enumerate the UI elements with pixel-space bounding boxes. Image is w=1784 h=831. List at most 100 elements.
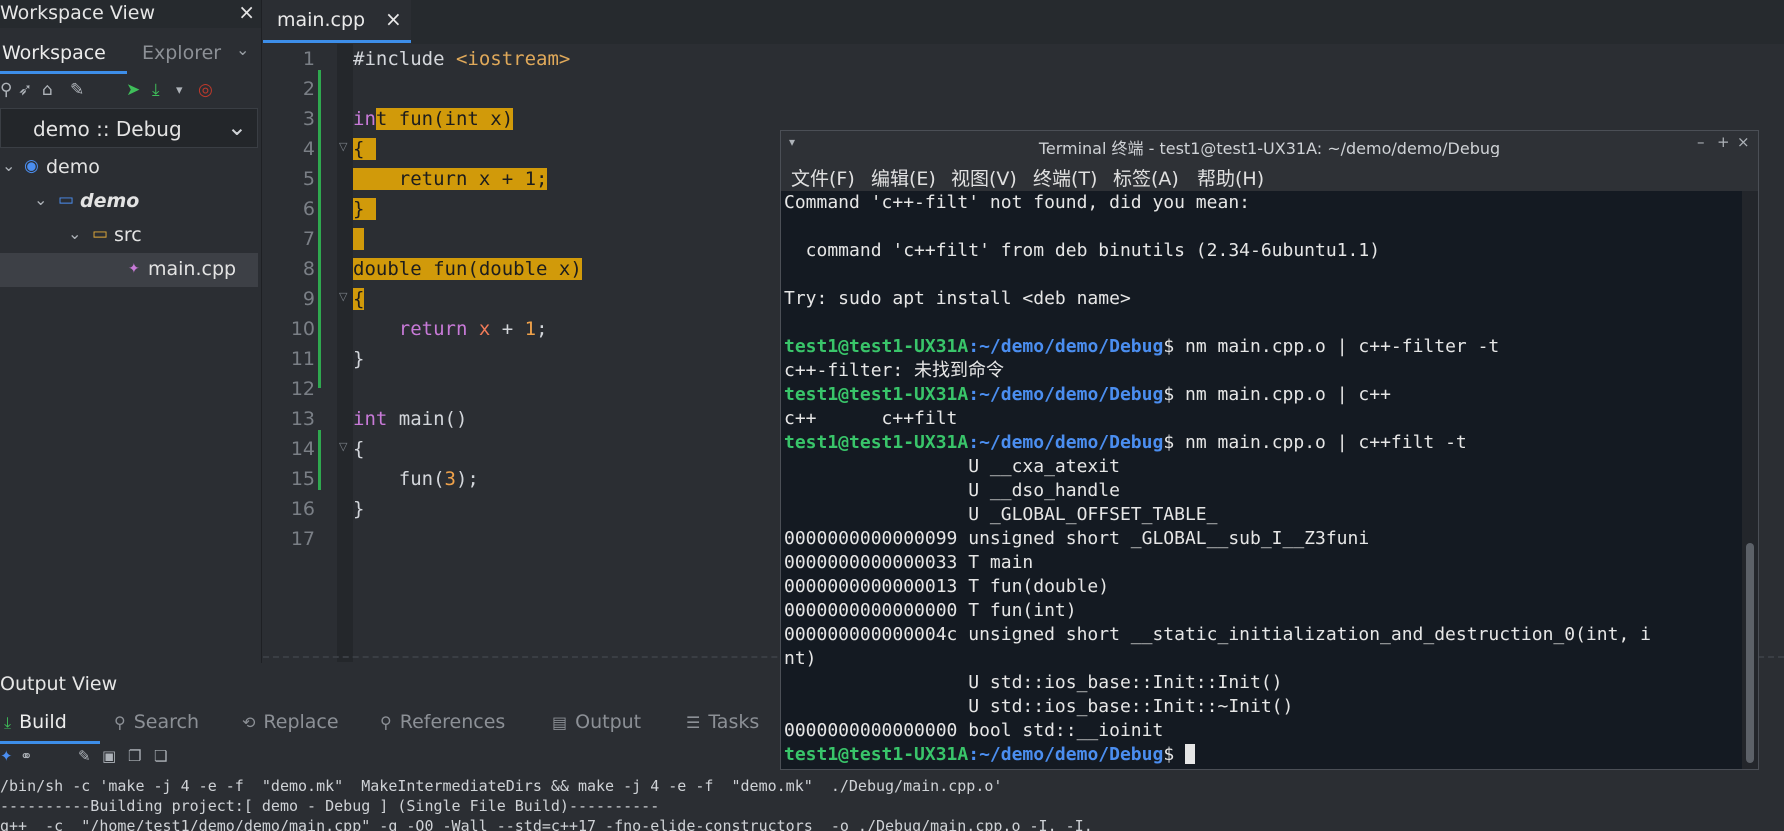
tab-main-cpp[interactable]: main.cpp × bbox=[263, 0, 411, 44]
folder-icon: ▭ bbox=[92, 224, 109, 244]
code-line-3: int fun(int x) bbox=[353, 108, 514, 130]
terminal-line: 0000000000000013 T fun(double) bbox=[784, 576, 1110, 597]
project-config-select[interactable]: demo :: Debug ⌄ bbox=[0, 108, 258, 148]
tab-explorer[interactable]: Explorer bbox=[142, 42, 221, 64]
pin-icon[interactable]: ✦ bbox=[0, 747, 13, 765]
prompt-user-host: test1@test1-UX31A bbox=[784, 432, 969, 453]
menu-tabs[interactable]: 标签(A) bbox=[1113, 164, 1179, 191]
menu-terminal[interactable]: 终端(T) bbox=[1033, 164, 1097, 191]
save-icon[interactable]: ▣ bbox=[102, 747, 116, 765]
line-number: 14 bbox=[290, 438, 315, 460]
code-line-10: return x + 1; bbox=[398, 318, 548, 340]
close-icon[interactable]: × bbox=[1737, 133, 1750, 151]
tree-item-label: demo bbox=[80, 190, 140, 212]
code-line-14: { bbox=[353, 438, 365, 460]
terminal-line: Try: sudo apt install <deb name> bbox=[784, 288, 1131, 309]
code-line-15: fun(3); bbox=[353, 468, 479, 490]
terminal-line: 0000000000000099 unsigned short _GLOBAL_… bbox=[784, 528, 1370, 549]
tree-item-src[interactable]: ⌄ ▭ src bbox=[0, 219, 258, 253]
terminal-titlebar[interactable]: ▾ Terminal 终端 - test1@test1-UX31A: ~/dem… bbox=[781, 131, 1758, 158]
fold-column bbox=[337, 44, 353, 662]
tabs-chevron-down-icon[interactable]: ⌄ bbox=[236, 40, 249, 59]
terminal-scrollbar[interactable] bbox=[1742, 191, 1758, 769]
output-icon: ▤ bbox=[552, 713, 568, 732]
code-line-4: { bbox=[353, 138, 376, 160]
run-icon[interactable]: ➤ bbox=[126, 80, 140, 100]
terminal-line: U __dso_handle bbox=[784, 480, 1120, 501]
terminal-command: nm main.cpp.o | c++filt -t bbox=[1185, 432, 1467, 453]
build-icon: ⤓ bbox=[4, 713, 12, 732]
workspace-titlebar: Workspace View × bbox=[0, 0, 261, 28]
link-icon[interactable]: ⚭ bbox=[20, 747, 33, 765]
paste-icon[interactable]: ❏ bbox=[154, 747, 167, 765]
line-number: 1 bbox=[302, 48, 315, 70]
tree-item-label: main.cpp bbox=[148, 258, 237, 280]
line-number: 13 bbox=[290, 408, 315, 430]
line-number: 12 bbox=[290, 378, 315, 400]
tab-output[interactable]: ▤ Output bbox=[552, 711, 641, 733]
terminal-line: 0000000000000033 T main bbox=[784, 552, 1034, 573]
copy-icon[interactable]: ❐ bbox=[128, 747, 141, 765]
tree-item-workspace-demo[interactable]: ⌄ ◉ demo bbox=[0, 151, 258, 185]
stop-icon[interactable]: ◎ bbox=[198, 80, 213, 100]
line-number: 15 bbox=[290, 468, 315, 490]
code-line-11: } bbox=[353, 348, 365, 370]
terminal-prompt-line: test1@test1-UX31A:~/demo/demo/Debug$ bbox=[784, 743, 1195, 767]
tab-workspace[interactable]: Workspace bbox=[2, 42, 106, 64]
tab-references[interactable]: ⚲ References bbox=[380, 711, 505, 733]
tab-replace[interactable]: ⟲ Replace bbox=[242, 711, 339, 733]
close-icon[interactable]: × bbox=[385, 7, 402, 31]
wrench-icon[interactable]: ✎ bbox=[70, 80, 84, 100]
terminal-window: ▾ Terminal 终端 - test1@test1-UX31A: ~/dem… bbox=[780, 130, 1759, 770]
terminal-line: nt) bbox=[784, 648, 817, 669]
active-tab-indicator bbox=[0, 741, 100, 744]
minimize-icon[interactable]: – bbox=[1697, 133, 1705, 151]
clear-icon[interactable]: ✎ bbox=[78, 747, 91, 765]
tree-item-label: demo bbox=[46, 156, 100, 178]
workspace-tabs: Workspace Explorer ⌄ bbox=[0, 28, 261, 76]
editor-tabbar: main.cpp × bbox=[263, 0, 1784, 44]
menu-edit[interactable]: 编辑(E) bbox=[871, 164, 936, 191]
workspace-view: Workspace View × Workspace Explorer ⌄ ⚲ … bbox=[0, 0, 262, 663]
code-line-16: } bbox=[353, 498, 365, 520]
prompt-path: :~/demo/demo/Debug bbox=[968, 336, 1164, 357]
terminal-prompt-line: test1@test1-UX31A:~/demo/demo/Debug$ nm … bbox=[784, 383, 1391, 407]
maximize-icon[interactable]: + bbox=[1717, 133, 1730, 151]
scrollbar-thumb[interactable] bbox=[1746, 543, 1754, 763]
terminal-output[interactable]: Command 'c++-filt' not found, did you me… bbox=[781, 191, 1742, 769]
fold-toggle-icon[interactable]: ▽ bbox=[339, 440, 347, 453]
menu-help[interactable]: 帮助(H) bbox=[1197, 164, 1264, 191]
terminal-menubar: 文件(F) 编辑(E) 视图(V) 终端(T) 标签(A) 帮助(H) bbox=[781, 157, 1758, 191]
menu-view[interactable]: 视图(V) bbox=[951, 164, 1017, 191]
tab-tasks[interactable]: ☰ Tasks bbox=[686, 711, 759, 733]
chevron-down-icon: ⌄ bbox=[34, 190, 48, 209]
code-line-9: { bbox=[353, 288, 365, 310]
chevron-down-icon: ⌄ bbox=[226, 113, 247, 141]
fold-toggle-icon[interactable]: ▽ bbox=[339, 140, 347, 153]
line-number: 3 bbox=[302, 108, 315, 130]
fold-toggle-icon[interactable]: ▽ bbox=[339, 290, 347, 303]
terminal-cursor bbox=[1185, 744, 1195, 764]
chevron-down-icon: ⌄ bbox=[2, 156, 16, 175]
code-line-13: int main() bbox=[353, 408, 468, 430]
active-tab-indicator bbox=[263, 40, 411, 43]
prompt-user-host: test1@test1-UX31A bbox=[784, 336, 969, 357]
send-icon[interactable]: ➶ bbox=[18, 80, 32, 100]
menu-file[interactable]: 文件(F) bbox=[791, 164, 855, 191]
workspace-toolbar: ⚲ ➶ ⌂ ✎ ➤ ⤓ ▾ ◎ bbox=[0, 76, 261, 108]
tab-build[interactable]: ⤓ Build bbox=[4, 711, 67, 733]
project-config-label: demo :: Debug bbox=[33, 117, 182, 141]
terminal-line: U std::ios_base::Init::~Init() bbox=[784, 696, 1294, 717]
tree-item-project-demo[interactable]: ⌄ ▭ demo bbox=[0, 185, 258, 219]
tab-search[interactable]: ⚲ Search bbox=[114, 711, 199, 733]
workspace-close-icon[interactable]: × bbox=[238, 0, 255, 24]
build-icon[interactable]: ⤓ bbox=[152, 80, 160, 100]
build-dropdown-chevron-icon[interactable]: ▾ bbox=[176, 83, 183, 98]
tree-item-main-cpp[interactable]: ✦ main.cpp bbox=[0, 253, 258, 287]
terminal-line: c++ c++filt bbox=[784, 408, 958, 429]
terminal-prompt-line: test1@test1-UX31A:~/demo/demo/Debug$ nm … bbox=[784, 335, 1499, 359]
tree-item-label: src bbox=[114, 224, 142, 246]
home-icon[interactable]: ⌂ bbox=[42, 80, 53, 100]
link-icon[interactable]: ⚲ bbox=[0, 80, 12, 100]
editor-tab-label: main.cpp bbox=[277, 9, 366, 31]
